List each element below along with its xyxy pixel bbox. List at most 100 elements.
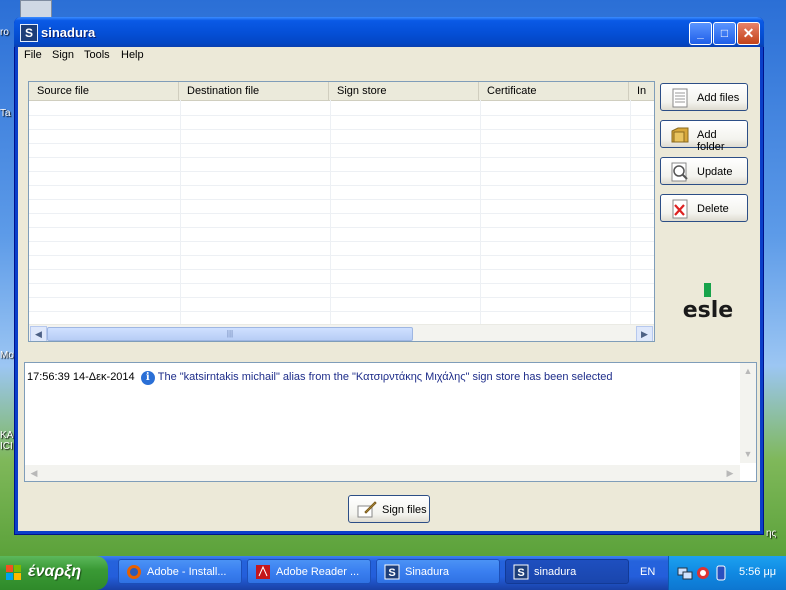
menu-file[interactable]: File: [24, 49, 42, 61]
table-row[interactable]: [29, 213, 654, 228]
scroll-right-icon[interactable]: ▶: [723, 466, 737, 480]
title-bar[interactable]: S sinadura _ □ ✕: [14, 17, 764, 47]
start-button[interactable]: έναρξη: [0, 556, 108, 590]
desktop-icon[interactable]: [20, 0, 52, 18]
svg-text:S: S: [517, 567, 524, 579]
column-divider: [180, 100, 181, 324]
add-folder-label: Add folder: [697, 129, 725, 153]
files-table[interactable]: Source file Destination file Sign store …: [28, 81, 655, 342]
minimize-button[interactable]: _: [689, 22, 712, 45]
taskbar-item-adobe-reader[interactable]: Adobe Reader ...: [247, 559, 371, 584]
magnifier-icon: [671, 162, 688, 182]
table-row[interactable]: [29, 227, 654, 242]
table-row[interactable]: [29, 199, 654, 214]
windows-flag-icon: [6, 565, 21, 580]
esle-logo: esle: [683, 283, 733, 323]
menu-help[interactable]: Help: [121, 49, 144, 61]
taskbar-item-adobe-install[interactable]: Adobe - Install...: [118, 559, 242, 584]
delete-icon: [672, 199, 688, 219]
window-title: sinadura: [41, 25, 96, 40]
sign-files-button[interactable]: Sign files: [348, 495, 430, 523]
column-divider: [330, 100, 331, 324]
column-sign-store[interactable]: Sign store: [329, 82, 479, 100]
menu-tools[interactable]: Tools: [84, 49, 110, 61]
column-source-file[interactable]: Source file: [29, 82, 179, 100]
sign-pen-icon: [357, 501, 377, 518]
folder-icon: [671, 127, 689, 143]
table-row[interactable]: [29, 269, 654, 284]
table-row[interactable]: [29, 101, 654, 116]
maximize-button[interactable]: □: [713, 22, 736, 45]
start-label: έναρξη: [28, 563, 82, 580]
add-folder-button[interactable]: Add folder: [660, 120, 748, 153]
table-row[interactable]: [29, 185, 654, 200]
column-destination-file[interactable]: Destination file: [179, 82, 329, 100]
table-row[interactable]: [29, 283, 654, 298]
table-row[interactable]: [29, 129, 654, 144]
column-in[interactable]: In: [629, 82, 654, 100]
sinadura-icon: S: [513, 564, 529, 580]
menu-bar: File Sign Tools Help: [18, 47, 760, 65]
app-window: S sinadura _ □ ✕ File Sign Tools Help So…: [14, 17, 764, 535]
desktop-icon-label: Ta: [0, 108, 11, 119]
scroll-left-icon[interactable]: ◀: [30, 326, 47, 341]
clock[interactable]: 5:56 μμ: [739, 566, 776, 578]
table-row[interactable]: [29, 255, 654, 270]
sign-files-label: Sign files: [382, 504, 427, 516]
task-label: sinadura: [534, 566, 577, 578]
firefox-icon: [127, 565, 141, 579]
column-certificate[interactable]: Certificate: [479, 82, 629, 100]
network-icon[interactable]: [677, 565, 693, 581]
adobe-reader-icon: [256, 565, 270, 579]
language-indicator[interactable]: EN: [640, 566, 655, 578]
column-divider: [480, 100, 481, 324]
log-vertical-scrollbar[interactable]: ▲ ▼: [740, 363, 756, 463]
scroll-thumb[interactable]: |||: [47, 327, 413, 341]
scroll-down-icon[interactable]: ▼: [741, 447, 755, 461]
security-icon[interactable]: [695, 565, 711, 581]
scroll-right-icon[interactable]: ▶: [636, 326, 653, 341]
scroll-up-icon[interactable]: ▲: [741, 364, 755, 378]
table-header: Source file Destination file Sign store …: [29, 82, 654, 101]
log-panel[interactable]: 17:56:39 14-Δεκ-2014 i The "katsirntakis …: [24, 362, 757, 482]
update-button[interactable]: Update: [660, 157, 748, 185]
table-row[interactable]: [29, 241, 654, 256]
log-horizontal-scrollbar[interactable]: ◀ ▶: [25, 465, 740, 481]
task-label: Sinadura: [405, 566, 450, 578]
device-icon[interactable]: [713, 565, 729, 581]
system-tray: 5:56 μμ: [668, 556, 786, 590]
taskbar-item-sinadura-active[interactable]: S sinadura: [505, 559, 629, 584]
log-timestamp: 17:56:39 14-Δεκ-2014: [27, 371, 135, 383]
scroll-left-icon[interactable]: ◀: [27, 466, 41, 480]
close-button[interactable]: ✕: [737, 22, 760, 45]
svg-text:S: S: [388, 567, 395, 579]
sinadura-app-icon[interactable]: S: [20, 24, 38, 42]
table-row[interactable]: [29, 115, 654, 130]
desktop-icon-label: ro: [0, 27, 9, 38]
sinadura-icon: S: [384, 564, 400, 580]
table-horizontal-scrollbar[interactable]: ◀ ||| ▶: [29, 324, 654, 341]
info-icon: i: [140, 371, 155, 385]
add-files-label: Add files: [697, 92, 740, 104]
task-label: Adobe - Install...: [147, 566, 227, 578]
table-row[interactable]: [29, 171, 654, 186]
task-label: Adobe Reader ...: [276, 566, 360, 578]
document-icon: [672, 88, 688, 108]
update-label: Update: [697, 166, 733, 178]
menu-sign[interactable]: Sign: [52, 49, 74, 61]
desktop-icon-label: ης: [766, 528, 777, 539]
log-entry: 17:56:39 14-Δεκ-2014 i The "katsirntakis …: [27, 371, 613, 385]
taskbar: έναρξη Adobe - Install... Adobe Reader .…: [0, 556, 786, 590]
delete-button[interactable]: Delete: [660, 194, 748, 222]
delete-label: Delete: [697, 203, 729, 215]
column-divider: [630, 100, 631, 324]
add-files-button[interactable]: Add files: [660, 83, 748, 111]
logo-text: esle: [683, 298, 733, 323]
table-row[interactable]: [29, 297, 654, 312]
taskbar-item-sinadura[interactable]: S Sinadura: [376, 559, 500, 584]
window-client: File Sign Tools Help Source file Destina…: [18, 47, 760, 531]
desktop-icon-label: KA ICI: [0, 430, 14, 452]
table-row[interactable]: [29, 157, 654, 172]
log-message: The "katsirntakis michail" alias from th…: [157, 371, 613, 383]
table-row[interactable]: [29, 143, 654, 158]
